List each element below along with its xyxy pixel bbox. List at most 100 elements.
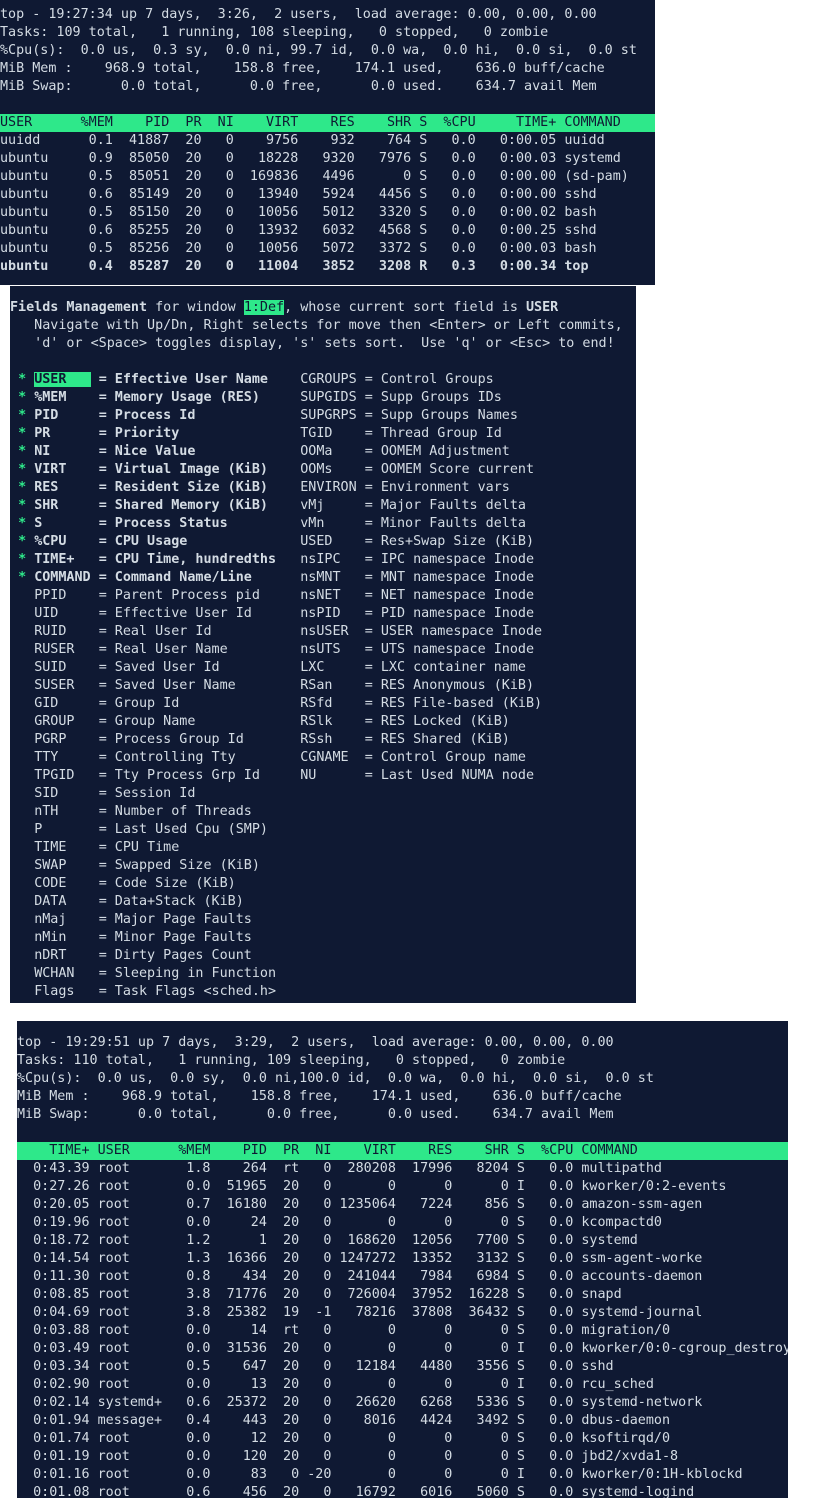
field-row-right[interactable]: ENVIRON = Environment vars [300,480,510,495]
field-row[interactable]: * %MEM = Memory Usage (RES) SUPGIDS = Su… [10,389,636,407]
table-row[interactable]: 0:03.34 root 0.5 647 20 0 12184 4480 355… [17,1358,788,1376]
field-name[interactable]: %CPU [34,534,90,549]
field-row[interactable]: UID = Effective User Id nsPID = PID name… [10,605,636,623]
field-row[interactable]: TIME = CPU Time [10,839,636,857]
field-name[interactable]: nMaj [34,912,90,927]
field-row-right[interactable]: OOMs = OOMEM Score current [300,462,534,477]
field-name[interactable]: SHR [34,498,90,513]
field-name[interactable]: COMMAND [34,570,90,585]
field-row-right[interactable]: RSsh = RES Shared (KiB) [300,732,510,747]
field-row-right[interactable]: RSfd = RES File-based (KiB) [300,696,542,711]
field-name[interactable]: SUSER [34,678,90,693]
field-name[interactable]: RES [34,480,90,495]
field-row[interactable]: GROUP = Group Name RSlk = RES Locked (Ki… [10,713,636,731]
table-row[interactable]: 0:43.39 root 1.8 264 rt 0 280208 17996 8… [17,1160,788,1178]
table-row[interactable]: ubuntu 0.5 85051 20 0 169836 4496 0 S 0.… [0,168,655,186]
field-name[interactable]: USER [34,372,91,387]
field-row-right[interactable]: nsNET = NET namespace Inode [300,588,534,603]
table-row[interactable]: 0:04.69 root 3.8 25382 19 -1 78216 37808… [17,1304,788,1322]
field-row-right[interactable]: TGID = Thread Group Id [300,426,502,441]
field-row[interactable]: DATA = Data+Stack (KiB) [10,893,636,911]
field-row-right[interactable]: nsUTS = UTS namespace Inode [300,642,534,657]
field-row[interactable]: SID = Session Id [10,785,636,803]
window-indicator[interactable]: 1:Def [243,300,285,315]
field-row[interactable]: * COMMAND = Command Name/Line nsMNT = MN… [10,569,636,587]
field-name[interactable]: nMin [34,930,90,945]
field-name[interactable]: S [34,516,90,531]
field-row-right[interactable]: SUPGIDS = Supp Groups IDs [300,390,502,405]
table-row[interactable]: 0:19.96 root 0.0 24 20 0 0 0 0 S 0.0 kco… [17,1214,788,1232]
table-row[interactable]: ubuntu 0.6 85255 20 0 13932 6032 4568 S … [0,222,655,240]
field-row[interactable]: nMaj = Major Page Faults [10,911,636,929]
field-row-right[interactable]: NU = Last Used NUMA node [300,768,534,783]
field-row[interactable]: * %CPU = CPU Usage USED = Res+Swap Size … [10,533,636,551]
field-row[interactable]: TPGID = Tty Process Grp Id NU = Last Use… [10,767,636,785]
field-row-right[interactable]: vMn = Minor Faults delta [300,516,526,531]
field-row-right[interactable]: CGNAME = Control Group name [300,750,526,765]
field-row-right[interactable]: nsUSER = USER namespace Inode [300,624,542,639]
field-row[interactable]: nDRT = Dirty Pages Count [10,947,636,965]
table-row[interactable]: 0:02.90 root 0.0 13 20 0 0 0 0 I 0.0 rcu… [17,1376,788,1394]
field-row-right[interactable]: USED = Res+Swap Size (KiB) [300,534,534,549]
field-row-right[interactable]: RSan = RES Anonymous (KiB) [300,678,534,693]
field-row[interactable]: Flags = Task Flags <sched.h> [10,983,636,1001]
field-row[interactable]: RUSER = Real User Name nsUTS = UTS names… [10,641,636,659]
field-name[interactable]: PR [34,426,90,441]
field-row-right[interactable]: SUPGRPS = Supp Groups Names [300,408,518,423]
column-header[interactable]: USER %MEM PID PR NI VIRT RES SHR S %CPU … [0,114,655,132]
field-row[interactable]: * RES = Resident Size (KiB) ENVIRON = En… [10,479,636,497]
column-header[interactable]: TIME+ USER %MEM PID PR NI VIRT RES SHR S… [17,1142,788,1160]
table-row[interactable]: 0:08.85 root 3.8 71776 20 0 726004 37952… [17,1286,788,1304]
field-name[interactable]: SUID [34,660,90,675]
field-row-right[interactable]: vMj = Major Faults delta [300,498,526,513]
field-row[interactable]: PPID = Parent Process pid nsNET = NET na… [10,587,636,605]
table-row[interactable]: ubuntu 0.5 85150 20 0 10056 5012 3320 S … [0,204,655,222]
table-row[interactable]: uuidd 0.1 41887 20 0 9756 932 764 S 0.0 … [0,132,655,150]
table-row[interactable]: 0:03.49 root 0.0 31536 20 0 0 0 0 I 0.0 … [17,1340,788,1358]
field-name[interactable]: nDRT [34,948,90,963]
field-row-right[interactable]: nsIPC = IPC namespace Inode [300,552,534,567]
field-row[interactable]: nMin = Minor Page Faults [10,929,636,947]
field-name[interactable]: SWAP [34,858,90,873]
field-name[interactable]: TTY [34,750,90,765]
field-row[interactable]: RUID = Real User Id nsUSER = USER namesp… [10,623,636,641]
field-row[interactable]: WCHAN = Sleeping in Function [10,965,636,983]
field-row-right[interactable]: CGROUPS = Control Groups [300,372,493,387]
table-row[interactable]: 0:03.88 root 0.0 14 rt 0 0 0 0 S 0.0 mig… [17,1322,788,1340]
field-row[interactable]: CODE = Code Size (KiB) [10,875,636,893]
field-row-right[interactable]: RSlk = RES Locked (KiB) [300,714,510,729]
field-row[interactable]: * TIME+ = CPU Time, hundredths nsIPC = I… [10,551,636,569]
field-row[interactable]: nTH = Number of Threads [10,803,636,821]
field-name[interactable]: TIME [34,840,90,855]
table-row-active[interactable]: ubuntu 0.4 85287 20 0 11004 3852 3208 R … [0,258,655,276]
field-name[interactable]: DATA [34,894,90,909]
field-row[interactable]: * S = Process Status vMn = Minor Faults … [10,515,636,533]
field-row-right[interactable]: nsPID = PID namespace Inode [300,606,534,621]
field-name[interactable]: VIRT [34,462,90,477]
field-row-right[interactable]: LXC = LXC container name [300,660,526,675]
table-row[interactable]: 0:27.26 root 0.0 51965 20 0 0 0 0 I 0.0 … [17,1178,788,1196]
table-row[interactable]: 0:02.14 systemd+ 0.6 25372 20 0 26620 62… [17,1394,788,1412]
field-name[interactable]: WCHAN [34,966,90,981]
field-name[interactable]: TIME+ [34,552,90,567]
field-row[interactable]: * USER = Effective User Name CGROUPS = C… [10,371,636,389]
field-name[interactable]: PPID [34,588,90,603]
table-row[interactable]: ubuntu 0.9 85050 20 0 18228 9320 7976 S … [0,150,655,168]
table-row[interactable]: 0:20.05 root 0.7 16180 20 0 1235064 7224… [17,1196,788,1214]
field-row[interactable]: * NI = Nice Value OOMa = OOMEM Adjustmen… [10,443,636,461]
field-name[interactable]: %MEM [34,390,90,405]
field-name[interactable]: GROUP [34,714,90,729]
field-row[interactable]: TTY = Controlling Tty CGNAME = Control G… [10,749,636,767]
table-row[interactable]: ubuntu 0.6 85149 20 0 13940 5924 4456 S … [0,186,655,204]
field-name[interactable]: RUID [34,624,90,639]
field-row[interactable]: GID = Group Id RSfd = RES File-based (Ki… [10,695,636,713]
field-row[interactable]: SWAP = Swapped Size (KiB) [10,857,636,875]
table-row[interactable]: 0:01.74 root 0.0 12 20 0 0 0 0 S 0.0 kso… [17,1430,788,1448]
field-row[interactable]: * VIRT = Virtual Image (KiB) OOMs = OOME… [10,461,636,479]
table-row[interactable]: 0:14.54 root 1.3 16366 20 0 1247272 1335… [17,1250,788,1268]
table-row[interactable]: ubuntu 0.5 85256 20 0 10056 5072 3372 S … [0,240,655,258]
field-name[interactable]: TPGID [34,768,90,783]
field-name[interactable]: RUSER [34,642,90,657]
field-name[interactable]: SID [34,786,90,801]
field-name[interactable]: NI [34,444,90,459]
